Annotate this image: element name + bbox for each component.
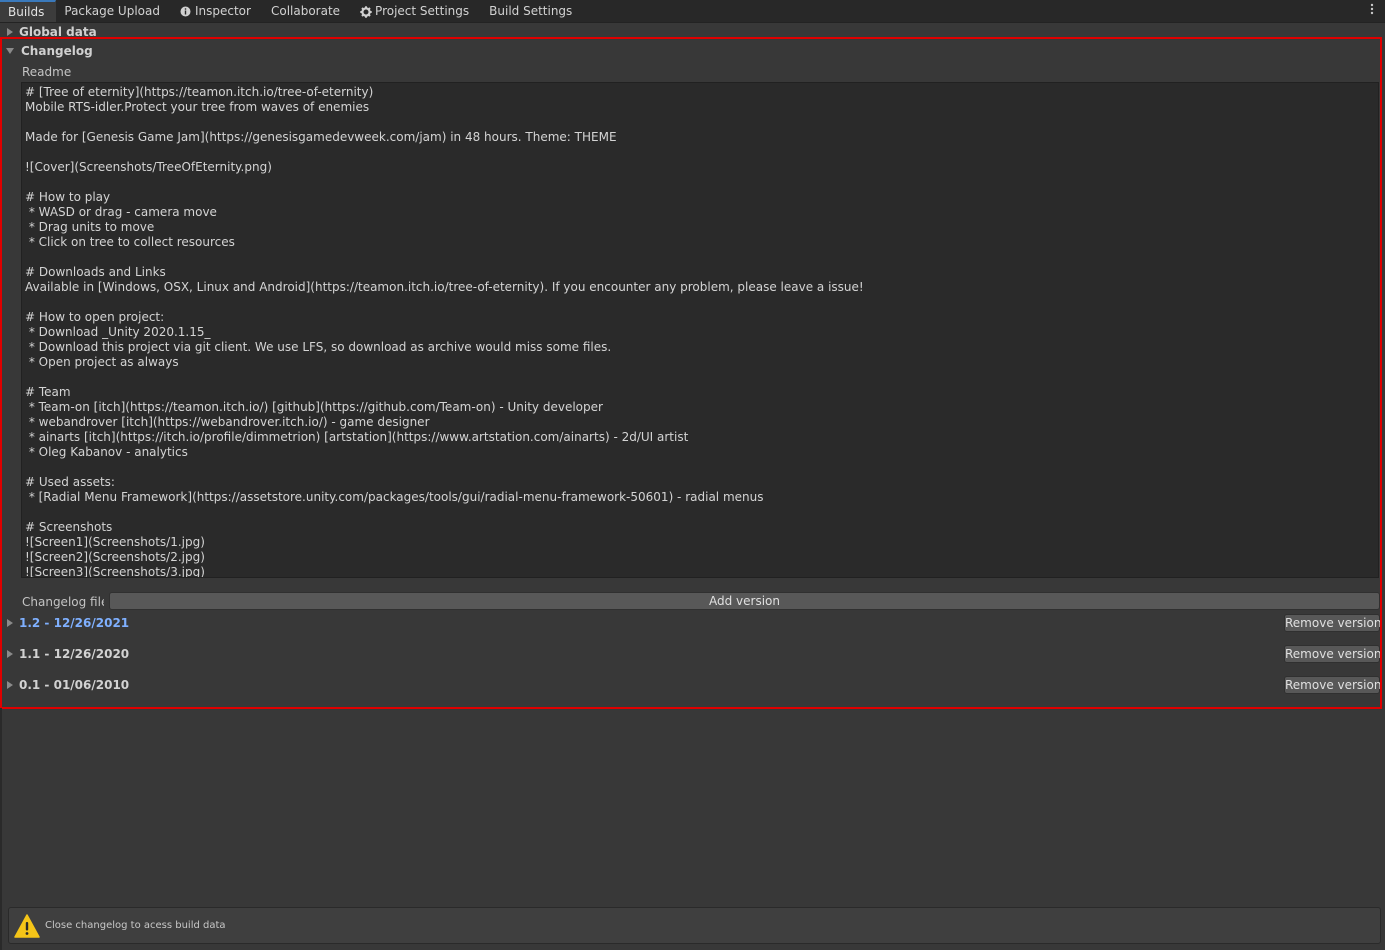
- chevron-right-icon: [7, 619, 13, 627]
- tab-package-upload-label: Package Upload: [64, 4, 160, 18]
- chevron-right-icon: [7, 650, 13, 658]
- tab-builds[interactable]: Builds: [0, 0, 57, 22]
- tab-build-settings[interactable]: Build Settings: [481, 0, 584, 22]
- help-message: Close changelog to acess build data: [45, 920, 226, 931]
- tab-collaborate[interactable]: Collaborate: [263, 0, 352, 22]
- foldout-global-data[interactable]: Global data: [0, 23, 97, 41]
- more-options-icon[interactable]: [1367, 3, 1377, 19]
- panel-edge: [0, 708, 2, 950]
- tab-builds-label: Builds: [8, 5, 45, 19]
- chevron-down-icon: [6, 48, 14, 54]
- info-icon: [180, 6, 191, 17]
- tab-build-settings-label: Build Settings: [489, 4, 573, 18]
- remove-version-button[interactable]: Remove version: [1284, 676, 1381, 694]
- version-foldout[interactable]: 1.1 - 12/26/2020 Remove version: [0, 644, 1381, 664]
- version-label: 1.1 - 12/26/2020: [19, 647, 130, 661]
- tab-project-settings[interactable]: Project Settings: [352, 0, 481, 22]
- tab-collaborate-label: Collaborate: [270, 4, 341, 18]
- tab-inspector[interactable]: Inspector: [172, 0, 263, 22]
- gear-icon: [360, 5, 372, 18]
- tab-project-settings-label: Project Settings: [375, 4, 470, 18]
- version-foldout[interactable]: 0.1 - 01/06/2010 Remove version: [0, 675, 1381, 695]
- warning-icon: [14, 913, 40, 939]
- help-box: Close changelog to acess build data: [8, 907, 1381, 944]
- foldout-global-data-label: Global data: [19, 25, 97, 39]
- remove-version-button[interactable]: Remove version: [1284, 645, 1381, 663]
- tab-inspector-label: Inspector: [194, 4, 251, 18]
- foldout-changelog-label: Changelog: [21, 44, 93, 58]
- remove-version-button[interactable]: Remove version: [1284, 614, 1381, 632]
- readme-textarea[interactable]: # [Tree of eternity](https://teamon.itch…: [21, 82, 1379, 578]
- readme-label: Readme: [22, 65, 72, 79]
- tab-bar: Builds Package Upload Inspector Collabor…: [0, 0, 1385, 23]
- foldout-changelog[interactable]: Changelog: [0, 42, 93, 60]
- version-label: 0.1 - 01/06/2010: [19, 678, 130, 692]
- changelog-file-label: Changelog file: [22, 595, 104, 609]
- add-version-button[interactable]: Add version: [109, 592, 1380, 610]
- tab-package-upload[interactable]: Package Upload: [56, 0, 172, 22]
- chevron-right-icon: [7, 28, 13, 36]
- version-label: 1.2 - 12/26/2021: [19, 616, 130, 630]
- chevron-right-icon: [7, 681, 13, 689]
- version-foldout[interactable]: 1.2 - 12/26/2021 Remove version: [0, 613, 1381, 633]
